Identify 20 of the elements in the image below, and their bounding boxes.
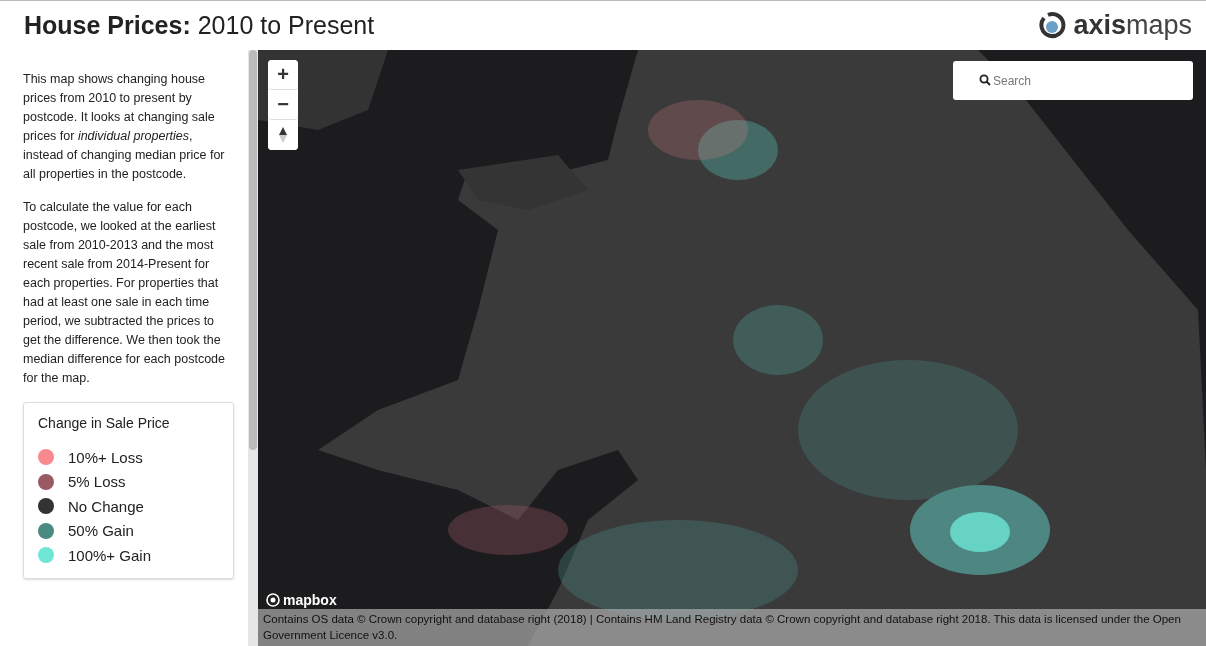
scrollbar[interactable] [248,50,258,646]
legend-label: 50% Gain [68,522,134,540]
compass-icon [278,126,288,144]
logo-icon [266,593,280,607]
legend-label: 10%+ Loss [68,448,143,466]
page-title: House Prices: 2010 to Present [24,11,375,40]
zoom-in-button[interactable]: + [268,60,298,90]
attribution-text: Contains OS data © Crown copyright and database right (2018) | Contains HM Land Registry data © Crown copyright and database right 2018. This data is licensed under the Open Government Licence v3.0. [258,609,1206,646]
legend-label: 5% Loss [68,473,126,491]
mapbox-logo[interactable]: mapbox [266,592,337,608]
search-field[interactable]: Search [953,61,1193,100]
logo-text: mapbox [283,592,337,608]
search-icon [979,74,991,86]
legend-title: Change in Sale Price [38,415,171,431]
description-text: To calculate the value for each postcode, we looked at the earliest sale from 2010-2013 and the most recent sale from 2014-Present for each properties. For properties that had at least one sale in each time period, we subtracted the prices to get the difference. We then took the median difference for each postcode for the map. [23,199,226,387]
legend-label: 100%+ Gain [68,546,151,564]
legend-label: No Change [68,497,144,515]
logo-icon [1037,10,1068,41]
logo-text: axismaps [1073,10,1192,41]
description-text: This map shows changing house prices from 2010 to present by postcode. It looks at changing sale prices for individual properties, instead of changing median price for all properties in the postcode. [23,71,226,183]
